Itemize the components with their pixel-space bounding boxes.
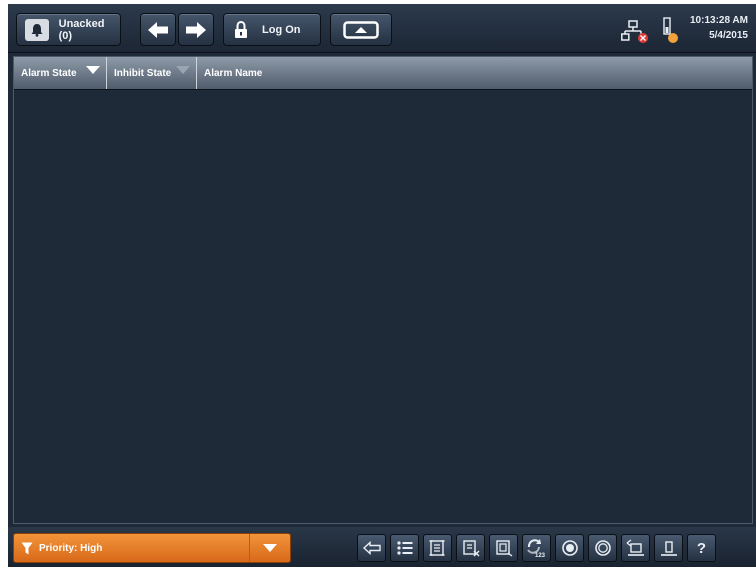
column-label: Inhibit State <box>114 67 172 79</box>
expand-up-icon <box>343 20 379 39</box>
shelve-icon <box>626 539 644 556</box>
table-body[interactable] <box>14 90 752 523</box>
bottom-toolbar: Priority: High 123 ? <box>8 527 756 567</box>
svg-text:123: 123 <box>535 553 546 558</box>
unshelve-icon <box>660 541 677 556</box>
alarm-table: Alarm State Inhibit State Alarm Name <box>13 56 753 524</box>
select-all-icon <box>495 540 512 557</box>
chevron-down-icon <box>263 544 277 552</box>
right-arrow-icon <box>186 21 206 38</box>
time-text: 10:13:28 AM <box>690 15 748 26</box>
help-icon: ? <box>696 539 707 557</box>
table-header: Alarm State Inhibit State Alarm Name <box>14 57 752 90</box>
filter-label: Priority: High <box>39 542 103 554</box>
left-arrow-icon <box>148 21 168 38</box>
sort-descending-icon <box>86 66 100 74</box>
lock-icon <box>235 20 247 38</box>
expand-button[interactable] <box>330 13 392 46</box>
network-status-icon <box>621 20 648 43</box>
radio-filled-icon <box>561 540 578 556</box>
empty-circle-button[interactable] <box>588 534 617 562</box>
filled-circle-button[interactable] <box>555 534 584 562</box>
help-button[interactable]: ? <box>687 534 716 562</box>
log-on-label: Log On <box>262 23 301 36</box>
battery-status-icon <box>663 17 678 43</box>
unshelve-button[interactable] <box>654 534 683 562</box>
column-label: Alarm Name <box>204 67 263 79</box>
select-page-icon <box>429 540 444 556</box>
priority-filter-dropdown[interactable]: Priority: High <box>13 533 291 563</box>
unacked-label: Unacked (0) <box>58 17 105 42</box>
column-header-alarm-state[interactable]: Alarm State <box>14 57 107 89</box>
forward-button[interactable] <box>178 13 214 46</box>
back-arrow-button[interactable] <box>357 534 386 562</box>
unacked-alarms-button[interactable]: Unacked (0) <box>16 13 121 46</box>
back-button[interactable] <box>140 13 176 46</box>
clock: 10:13:28 AM 5/4/2015 <box>690 13 748 43</box>
shelve-button[interactable] <box>621 534 650 562</box>
date-text: 5/4/2015 <box>709 30 748 41</box>
select-page-button[interactable] <box>423 534 452 562</box>
details-list-button[interactable] <box>390 534 419 562</box>
select-all-button[interactable] <box>489 534 518 562</box>
unselect-page-button[interactable] <box>456 534 485 562</box>
log-on-button[interactable]: Log On <box>223 13 321 46</box>
filter-funnel-icon <box>21 542 33 554</box>
unselect-page-icon <box>462 540 479 557</box>
column-header-inhibit-state[interactable]: Inhibit State <box>107 57 197 89</box>
bell-icon <box>25 18 49 41</box>
column-label: Alarm State <box>21 67 77 79</box>
dropdown-toggle[interactable] <box>249 534 290 562</box>
radio-empty-icon <box>594 540 611 556</box>
top-bar: Unacked (0) Log On 10:13:28 AM 5/4/2015 <box>8 4 756 53</box>
back-arrow-icon <box>362 541 381 555</box>
reset-counter-button[interactable]: 123 <box>522 534 551 562</box>
reset-counter-icon: 123 <box>526 539 546 558</box>
sort-descending-icon <box>176 66 190 74</box>
list-icon <box>396 541 412 555</box>
column-header-alarm-name[interactable]: Alarm Name <box>197 57 752 89</box>
